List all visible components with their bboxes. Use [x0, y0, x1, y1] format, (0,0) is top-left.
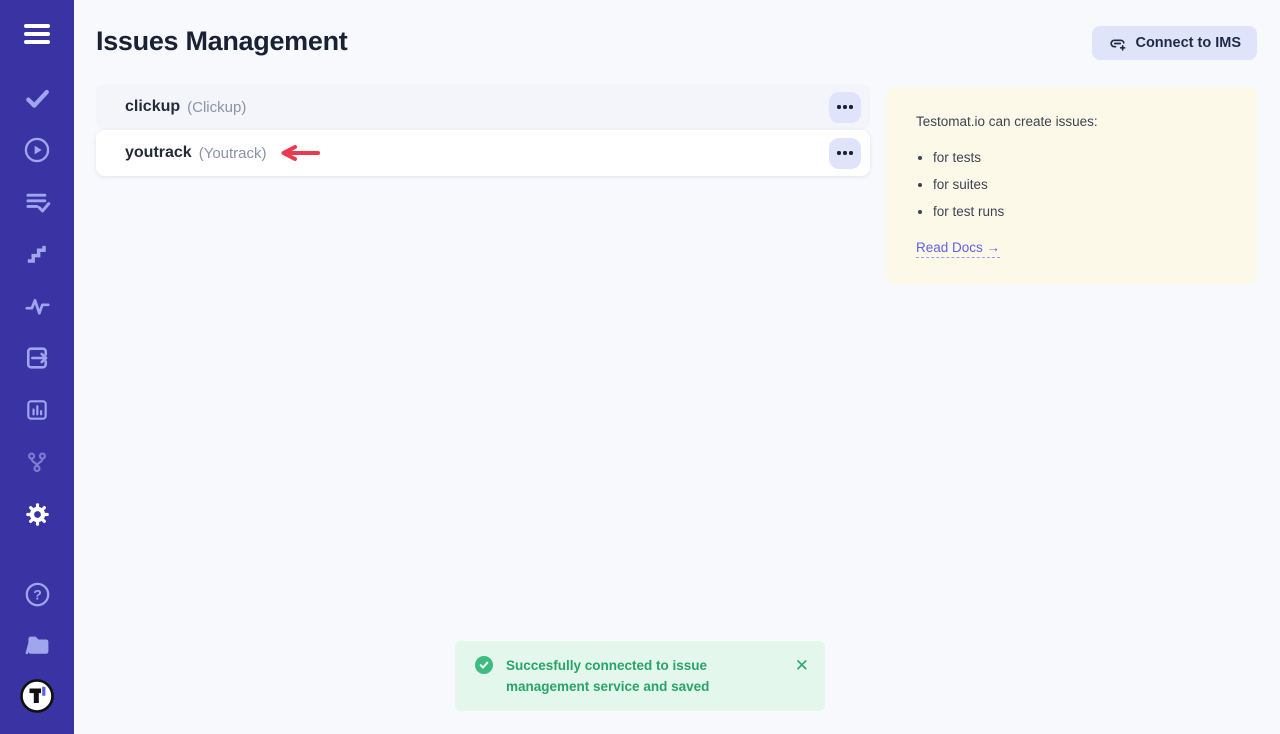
sidebar: ? — [0, 0, 74, 734]
help-circle-icon[interactable]: ? — [17, 574, 57, 614]
red-arrow-annotation — [277, 144, 321, 162]
ellipsis-icon — [837, 151, 852, 154]
info-bullet: for test runs — [933, 204, 1227, 219]
info-bullet-list: for tests for suites for test runs — [933, 150, 1227, 219]
svg-text:?: ? — [33, 586, 42, 602]
ims-provider: (Youtrack) — [199, 145, 267, 162]
ellipsis-menu-button[interactable] — [829, 92, 861, 123]
import-icon[interactable] — [17, 338, 57, 378]
check-circle-icon — [475, 656, 493, 674]
page-title: Issues Management — [96, 26, 348, 57]
link-plus-icon — [1108, 34, 1127, 53]
app-window: ? Issues Management Connect to IMS — [0, 0, 1280, 734]
ims-name: youtrack — [125, 144, 192, 162]
branch-icon[interactable] — [17, 442, 57, 482]
ims-row-youtrack[interactable]: youtrack (Youtrack) — [96, 130, 870, 176]
sidebar-bottom: ? — [17, 574, 57, 716]
read-docs-link[interactable]: Read Docs → — [916, 240, 1000, 258]
close-icon[interactable]: ✕ — [795, 657, 809, 674]
toast-message: Succesfully connected to issue managemen… — [506, 655, 748, 697]
projects-folder-icon[interactable] — [17, 625, 57, 665]
ellipsis-icon — [837, 105, 852, 108]
ims-row-clickup[interactable]: clickup (Clickup) — [96, 84, 870, 130]
info-panel-title: Testomat.io can create issues: — [916, 114, 1227, 129]
analytics-pulse-icon[interactable] — [17, 286, 57, 326]
info-panel: Testomat.io can create issues: for tests… — [886, 87, 1257, 284]
info-bullet: for suites — [933, 177, 1227, 192]
ims-provider: (Clickup) — [187, 99, 246, 116]
steps-stairs-icon[interactable] — [17, 234, 57, 274]
hamburger-menu-icon[interactable] — [24, 24, 50, 44]
runs-play-circle-icon[interactable] — [17, 130, 57, 170]
sidebar-nav — [17, 78, 57, 546]
reports-bar-chart-icon[interactable] — [17, 390, 57, 430]
ellipsis-menu-button[interactable] — [829, 138, 861, 169]
testomat-logo[interactable] — [17, 676, 57, 716]
success-toast: Succesfully connected to issue managemen… — [455, 641, 825, 711]
connect-to-ims-button[interactable]: Connect to IMS — [1092, 26, 1257, 60]
tests-check-icon[interactable] — [17, 78, 57, 118]
info-bullet: for tests — [933, 150, 1227, 165]
main-content: Issues Management Connect to IMS clickup… — [74, 0, 1280, 734]
ims-name: clickup — [125, 98, 180, 116]
plans-list-check-icon[interactable] — [17, 182, 57, 222]
settings-gear-icon[interactable] — [17, 494, 57, 534]
ims-list: clickup (Clickup) youtrack (Youtrack) — [96, 84, 870, 176]
connect-button-label: Connect to IMS — [1135, 35, 1241, 51]
